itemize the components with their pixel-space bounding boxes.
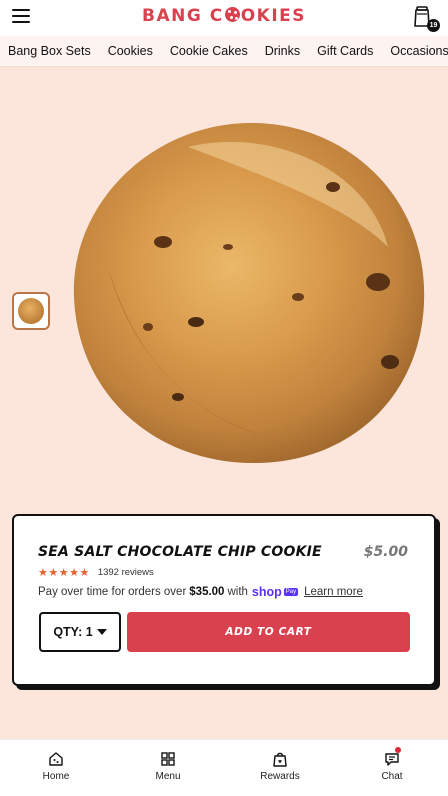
nav-bang-box-sets[interactable]: Bang Box Sets [8,44,91,58]
nav-gift-cards[interactable]: Gift Cards [317,44,373,58]
product-card: SEA SALT CHOCOLATE CHIP COOKIE $5.00 ★★★… [12,514,436,686]
shop-pay-logo-icon: shop [251,585,282,599]
bottom-nav-chat[interactable]: Chat [336,740,448,796]
nav-cookie-cakes[interactable]: Cookie Cakes [170,44,248,58]
brand-logo[interactable]: BANG C OKIES [0,6,448,26]
home-icon [49,752,63,766]
bottom-nav-rewards[interactable]: Rewards [224,740,336,796]
top-header: BANG C OKIES 19 [0,0,448,36]
product-rating[interactable]: ★★★★★ 1392 reviews [38,566,154,579]
product-gallery [0,67,448,507]
grid-icon [161,752,175,766]
nav-occasions[interactable]: Occasions [390,44,448,58]
cookie-thumbnail-image [18,298,44,324]
category-nav: Bang Box Sets Cookies Cookie Cakes Drink… [0,36,448,67]
cart-count-badge: 19 [427,19,440,32]
chevron-down-icon [96,629,107,635]
bottom-nav-menu[interactable]: Menu [112,740,224,796]
shop-pay-installments: Pay over time for orders over $35.00 wit… [38,585,363,599]
cart-button[interactable]: 19 [412,6,440,32]
product-image [73,122,425,464]
quantity-select[interactable]: QTY: 1 [39,612,121,652]
product-thumbnail[interactable] [12,292,50,330]
cookie-logo-icon [224,7,240,22]
chat-notification-dot [395,747,401,753]
product-price: $5.00 [363,544,408,560]
shop-pay-badge: Pay [283,588,299,596]
review-count[interactable]: 1392 reviews [98,567,154,578]
installment-threshold: $35.00 [189,586,225,598]
bottom-navigation: Home Menu Rewards Chat [0,739,448,796]
nav-cookies[interactable]: Cookies [108,44,153,58]
learn-more-link[interactable]: Learn more [304,586,363,598]
add-to-cart-button[interactable]: ADD TO CART [127,612,410,652]
product-title: SEA SALT CHOCOLATE CHIP COOKIE [38,544,322,560]
bottom-nav-home[interactable]: Home [0,740,112,796]
nav-drinks[interactable]: Drinks [265,44,300,58]
rating-stars-icon: ★★★★★ [38,567,90,579]
rewards-bag-icon [273,752,287,767]
